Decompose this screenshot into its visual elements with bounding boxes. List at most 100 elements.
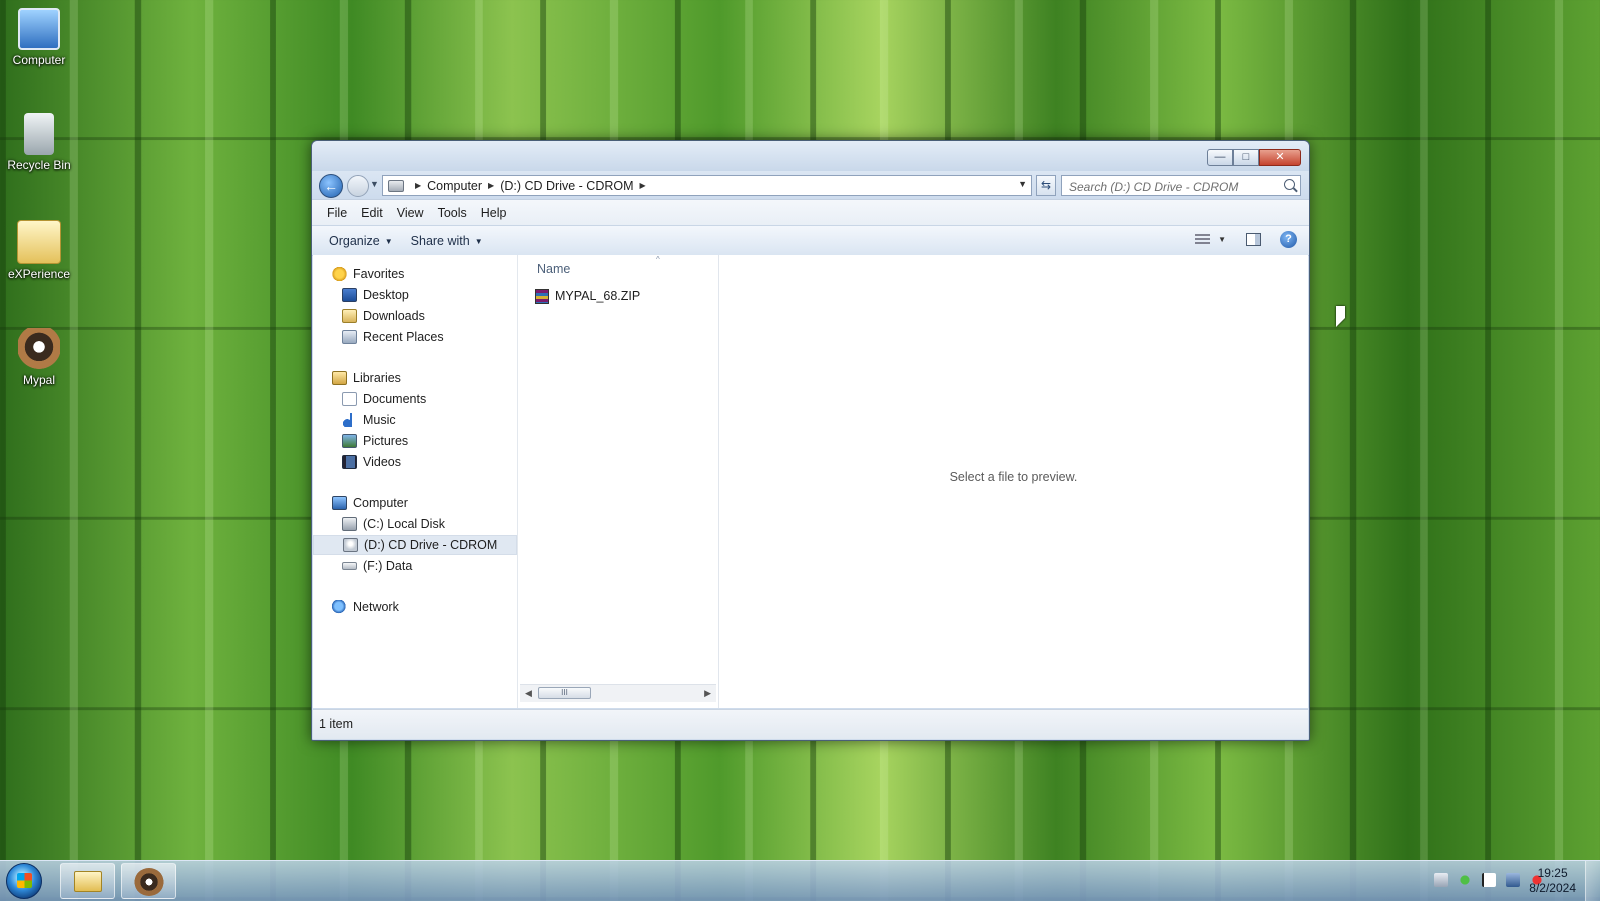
nav-label: Desktop: [363, 288, 409, 302]
nav-label: Libraries: [353, 371, 401, 385]
music-icon: [342, 413, 357, 427]
recent-places-icon: [342, 330, 357, 344]
change-view-icon[interactable]: [1195, 233, 1211, 246]
desktop-icon-label: Recycle Bin: [7, 158, 71, 172]
nav-label: (C:) Local Disk: [363, 517, 445, 531]
nav-label: (F:) Data: [363, 559, 413, 573]
explorer-window: — □ ✕ ← ▼ ▶ Computer ▶ (D:) CD Drive - C…: [311, 140, 1310, 741]
menu-view[interactable]: View: [390, 206, 431, 220]
chevron-right-icon[interactable]: ▶: [415, 181, 421, 190]
nav-pictures[interactable]: Pictures: [313, 431, 517, 451]
nav-favorites[interactable]: Favorites: [313, 264, 517, 284]
nav-label: Network: [353, 600, 399, 614]
scroll-right-icon[interactable]: ▶: [704, 688, 711, 699]
system-tray: [1424, 873, 1544, 887]
libraries-icon: [332, 371, 347, 385]
chevron-right-icon[interactable]: ▶: [640, 181, 646, 190]
desktop-icon-mypal[interactable]: Mypal: [4, 328, 74, 387]
navigation-pane[interactable]: Favorites Desktop Downloads Recent Place…: [313, 255, 518, 708]
maximize-button[interactable]: □: [1233, 149, 1259, 166]
file-item[interactable]: MYPAL_68.ZIP: [535, 286, 640, 306]
nav-label: Documents: [363, 392, 427, 406]
taskbar-clock[interactable]: 19:25 8/2/2024: [1529, 866, 1576, 896]
column-header-name[interactable]: Name ^: [518, 255, 718, 280]
taskbar-explorer-button[interactable]: [60, 863, 115, 899]
nav-label: Favorites: [353, 267, 405, 281]
nav-music[interactable]: Music: [313, 410, 517, 430]
nav-videos[interactable]: Videos: [313, 452, 517, 472]
zip-archive-icon: [535, 288, 549, 304]
status-bar: 1 item: [313, 709, 1308, 739]
forward-button[interactable]: [347, 175, 369, 197]
chevron-right-icon[interactable]: ▶: [488, 181, 494, 190]
tray-document-icon[interactable]: [1434, 873, 1448, 887]
scroll-left-icon[interactable]: ◀: [525, 688, 532, 699]
nav-label: Videos: [363, 455, 401, 469]
desktop-icon-computer[interactable]: Computer: [4, 8, 74, 67]
network-icon: [332, 600, 347, 614]
taskbar-mypal-button[interactable]: [121, 863, 176, 899]
nav-label: Computer: [353, 496, 408, 510]
nav-data-f[interactable]: (F:) Data: [313, 556, 517, 576]
scrollbar-thumb[interactable]: III: [538, 687, 591, 699]
address-history-dropdown-icon[interactable]: ▼: [1018, 179, 1027, 189]
preview-pane-toggle-icon[interactable]: [1246, 233, 1261, 246]
network-status-icon[interactable]: [1506, 873, 1520, 887]
breadcrumb-computer[interactable]: Computer: [427, 179, 482, 193]
breadcrumb-cd-drive[interactable]: (D:) CD Drive - CDROM: [500, 179, 633, 193]
horizontal-scrollbar[interactable]: ◀ III ▶: [520, 684, 716, 702]
tray-security-icon[interactable]: [1458, 873, 1472, 887]
menu-edit[interactable]: Edit: [354, 206, 390, 220]
nav-label: Downloads: [363, 309, 425, 323]
more-views-dropdown-icon[interactable]: ▼: [1218, 235, 1226, 244]
nav-cd-drive-d[interactable]: (D:) CD Drive - CDROM: [313, 535, 517, 555]
nav-libraries[interactable]: Libraries: [313, 368, 517, 388]
taskbar: 19:25 8/2/2024: [0, 860, 1600, 901]
search-box[interactable]: [1061, 175, 1301, 196]
desktop-icon-label: Mypal: [22, 373, 55, 387]
folder-icon: [74, 871, 102, 892]
preview-pane: Select a file to preview.: [719, 255, 1308, 708]
nav-computer[interactable]: Computer: [313, 493, 517, 513]
help-icon[interactable]: ?: [1280, 231, 1297, 248]
menu-tools[interactable]: Tools: [431, 206, 474, 220]
cd-drive-icon: [388, 179, 404, 192]
recent-pages-dropdown-icon[interactable]: ▼: [370, 179, 379, 189]
downloads-icon: [342, 309, 357, 323]
navigation-bar: ← ▼ ▶ Computer ▶ (D:) CD Drive - CDROM ▶…: [312, 171, 1309, 199]
back-button[interactable]: ←: [319, 174, 343, 198]
minimize-button[interactable]: —: [1207, 149, 1233, 166]
address-bar[interactable]: ▶ Computer ▶ (D:) CD Drive - CDROM ▶ ▼: [382, 175, 1032, 196]
file-list[interactable]: Name ^ MYPAL_68.ZIP ◀ III ▶: [518, 255, 719, 708]
nav-network[interactable]: Network: [313, 597, 517, 617]
start-button[interactable]: [6, 863, 42, 899]
menu-help[interactable]: Help: [474, 206, 514, 220]
close-button[interactable]: ✕: [1259, 149, 1301, 166]
recycle-bin-icon: [24, 113, 54, 155]
column-name-label: Name: [537, 262, 571, 276]
item-count: 1 item: [319, 717, 354, 731]
action-center-flag-icon[interactable]: [1482, 873, 1496, 887]
refresh-button[interactable]: ⇆: [1036, 175, 1056, 196]
nav-desktop[interactable]: Desktop: [313, 285, 517, 305]
nav-documents[interactable]: Documents: [313, 389, 517, 409]
desktop-icon-label: Computer: [12, 53, 66, 67]
title-bar[interactable]: — □ ✕: [312, 141, 1309, 171]
desktop-icon-recycle-bin[interactable]: Recycle Bin: [4, 113, 74, 172]
computer-icon: [18, 8, 60, 50]
nav-downloads[interactable]: Downloads: [313, 306, 517, 326]
preview-message: Select a file to preview.: [949, 470, 1078, 484]
share-with-button[interactable]: Share with ▼: [402, 234, 492, 248]
mypal-browser-icon: [134, 868, 164, 896]
clock-time: 19:25: [1537, 866, 1568, 880]
local-disk-icon: [342, 517, 357, 531]
search-input[interactable]: [1067, 177, 1276, 196]
nav-local-disk-c[interactable]: (C:) Local Disk: [313, 514, 517, 534]
cd-drive-icon: [343, 538, 358, 552]
show-desktop-button[interactable]: [1585, 861, 1600, 901]
desktop-icon-experience[interactable]: eXPerience: [4, 220, 74, 281]
organize-button[interactable]: Organize ▼: [320, 234, 402, 248]
nav-recent-places[interactable]: Recent Places: [313, 327, 517, 347]
menu-file[interactable]: File: [320, 206, 354, 220]
search-icon[interactable]: [1284, 179, 1295, 190]
